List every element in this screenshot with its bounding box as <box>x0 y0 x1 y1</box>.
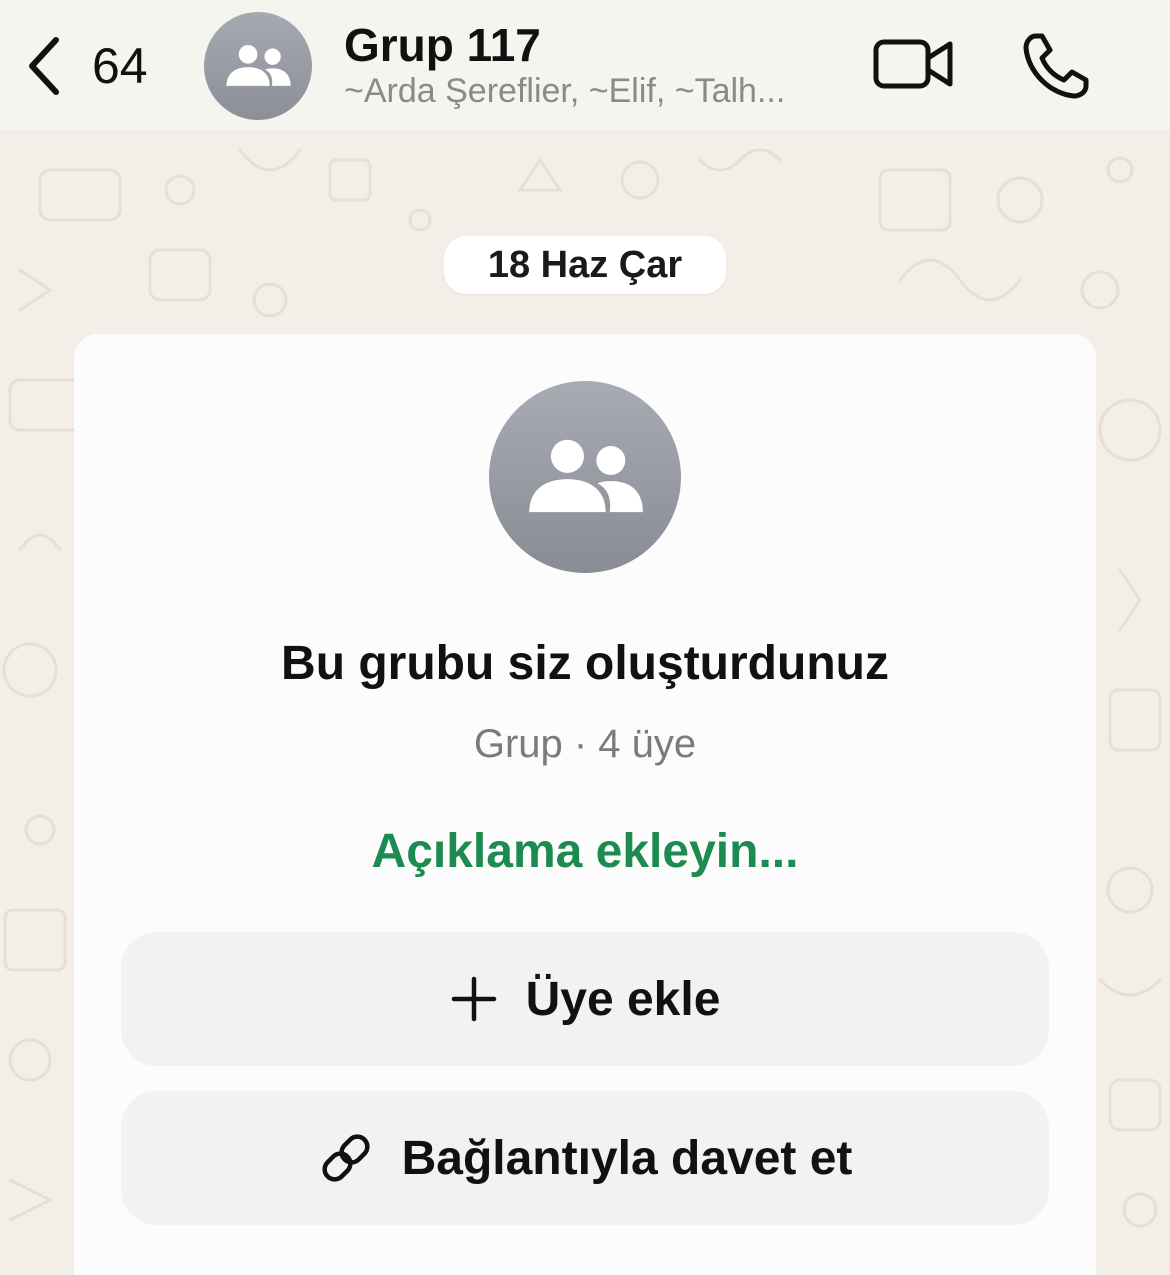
group-created-card: Bu grubu siz oluşturdunuz Grup · 4 üye A… <box>74 334 1096 1275</box>
group-avatar-large[interactable] <box>489 381 681 573</box>
chat-title[interactable]: Grup 117 <box>344 18 541 72</box>
phone-icon <box>1023 33 1089 99</box>
invite-via-link-label: Bağlantıyla davet et <box>401 1131 853 1185</box>
group-avatar[interactable] <box>204 12 312 120</box>
chat-header: 64 Grup 117 ~Arda Şereflier, ~Elif, ~Tal… <box>0 0 1170 130</box>
add-member-button[interactable]: Üye ekle <box>121 932 1049 1066</box>
video-call-button[interactable] <box>868 30 958 100</box>
date-separator: 18 Haz Çar <box>444 236 726 294</box>
group-created-title: Bu grubu siz oluşturdunuz <box>281 637 889 690</box>
invite-via-link-button[interactable]: Bağlantıyla davet et <box>121 1091 1049 1225</box>
group-icon <box>529 439 643 513</box>
voice-call-button[interactable] <box>1018 28 1094 104</box>
add-member-label: Üye ekle <box>525 972 721 1026</box>
group-member-count: Grup · 4 üye <box>473 722 697 766</box>
add-description-link[interactable]: Açıklama ekleyin... <box>74 824 1096 879</box>
video-call-icon <box>873 39 953 89</box>
chat-members-subtitle[interactable]: ~Arda Şereflier, ~Elif, ~Talh... <box>344 72 785 111</box>
back-button[interactable]: 64 <box>18 28 168 104</box>
plus-icon <box>451 976 496 1022</box>
link-icon <box>322 1134 370 1182</box>
chevron-left-icon <box>29 37 59 95</box>
unread-count: 64 <box>92 38 148 94</box>
group-icon <box>226 45 291 86</box>
